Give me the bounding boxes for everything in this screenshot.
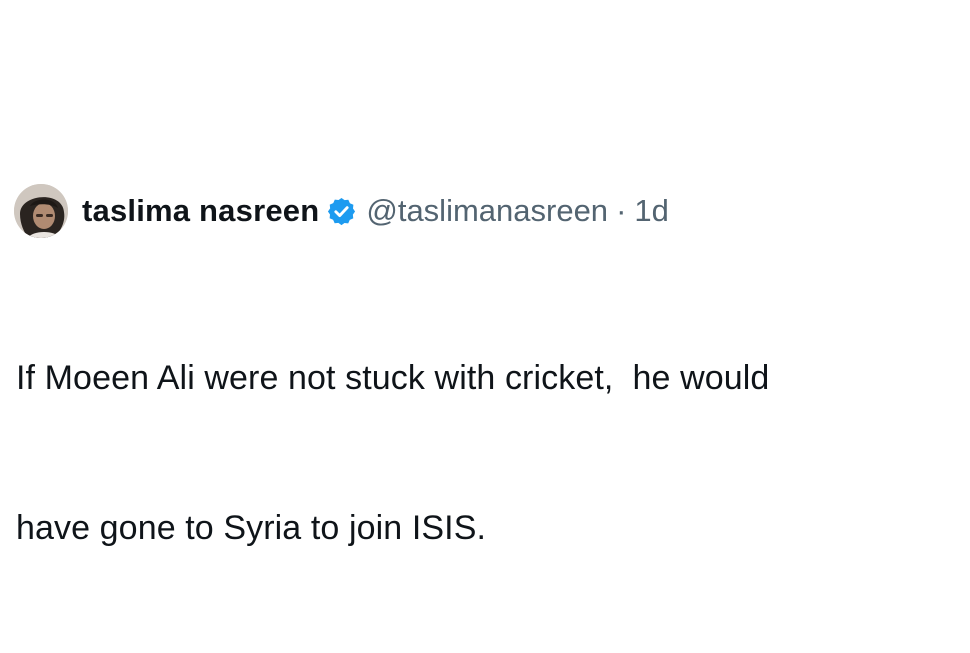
profile-photo-icon — [14, 184, 68, 238]
tweet-text: If Moeen Ali were not stuck with cricket… — [14, 253, 954, 653]
author-handle[interactable]: @taslimanasreen — [366, 193, 608, 229]
verified-badge-icon — [326, 196, 357, 227]
avatar[interactable] — [14, 184, 68, 238]
tweet-text-line: If Moeen Ali were not stuck with cricket… — [16, 359, 770, 397]
tweet-header: taslima nasreen @taslimanasreen · 1d — [14, 183, 954, 239]
tweet-text-line: have gone to Syria to join ISIS. — [16, 509, 487, 547]
tweet: taslima nasreen @taslimanasreen · 1d If … — [14, 183, 954, 653]
separator-dot: · — [616, 193, 627, 228]
author-display-name[interactable]: taslima nasreen — [82, 193, 319, 229]
tweet-timestamp[interactable]: 1d — [634, 193, 668, 229]
